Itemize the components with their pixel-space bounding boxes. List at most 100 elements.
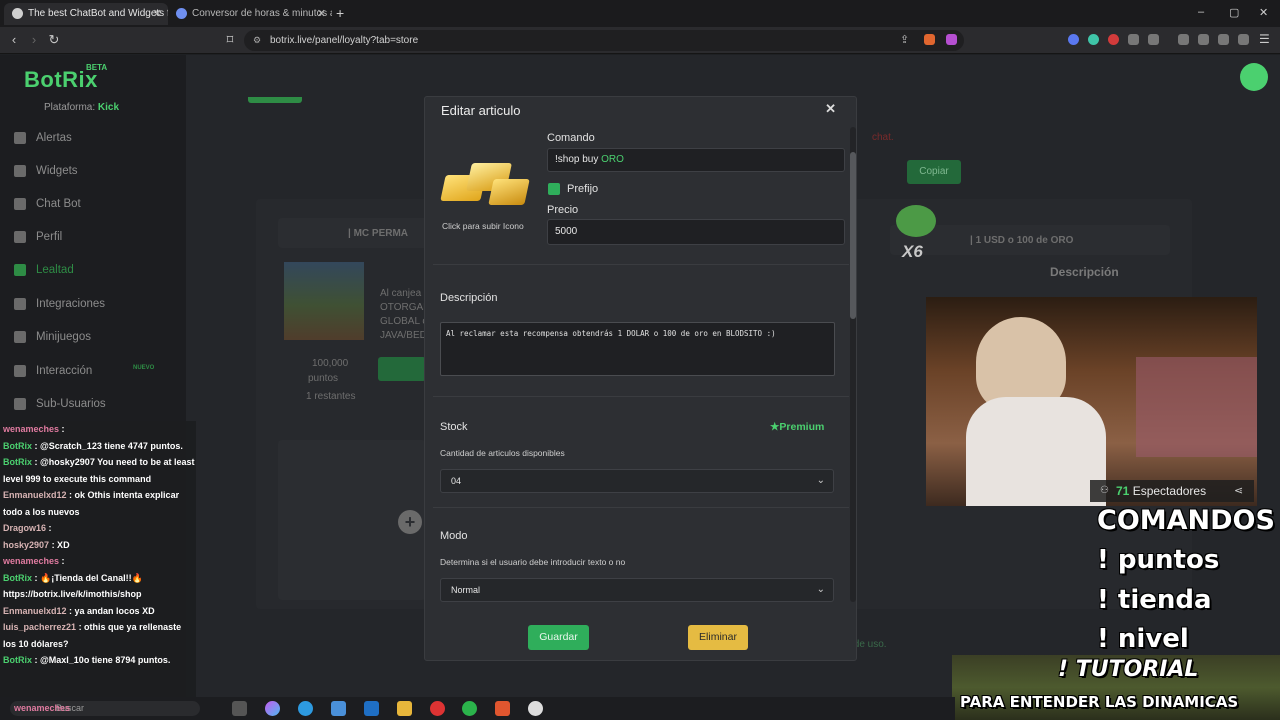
command-suffix: ORO	[601, 154, 624, 165]
command-puntos: ! puntos	[1097, 545, 1220, 575]
prefix-checkbox[interactable]	[548, 183, 560, 195]
taskbar-search[interactable]: wenameches Buscar	[10, 701, 200, 716]
sidebar-item-chatbot[interactable]: Chat Bot	[14, 194, 81, 214]
forward-icon[interactable]: ›	[26, 32, 42, 48]
chevron-down-icon: ⌄	[816, 475, 825, 486]
item-redeem-button[interactable]	[378, 357, 426, 381]
sidebar-toggle-icon[interactable]	[1178, 34, 1189, 45]
users-icon: ⚇	[1100, 485, 1109, 496]
edit-item-modal: Editar articulo ✕ Click para subir Icono…	[424, 96, 857, 661]
close-tab-icon[interactable]: ✕	[317, 3, 326, 25]
sidebar-item-integraciones[interactable]: Integraciones	[14, 294, 105, 314]
add-item-card[interactable]: +	[278, 440, 426, 600]
tab-title: The best ChatBot and Widgets fo	[28, 8, 168, 19]
stock-select[interactable]: 04 ⌄	[440, 469, 834, 493]
close-tab-icon[interactable]: ✕	[153, 3, 162, 25]
sidebar-item-sub-usuarios[interactable]: Sub-Usuarios	[14, 394, 106, 414]
command-input[interactable]: !shop buy ORO	[547, 148, 845, 172]
star-icon: ★	[770, 421, 780, 433]
store-icon[interactable]	[331, 701, 346, 716]
platform-label: Plataforma: Kick	[44, 102, 120, 113]
wallet-icon[interactable]	[1198, 34, 1209, 45]
puzzle-icon[interactable]	[1128, 34, 1139, 45]
trophy-icon	[14, 264, 26, 276]
sidebar-item-interaccion[interactable]: Interacción	[14, 361, 92, 381]
leo-icon[interactable]	[1218, 34, 1229, 45]
bookmark-icon[interactable]: ⌑	[222, 32, 238, 48]
upload-icon-label: Click para subir Icono	[442, 221, 524, 231]
delete-button[interactable]: Eliminar	[688, 625, 748, 650]
copy-button[interactable]: Copiar	[907, 160, 961, 184]
share-icon: ⋖	[1234, 485, 1244, 497]
background-bed	[1136, 357, 1257, 457]
reload-icon[interactable]: ↻	[46, 32, 62, 48]
minimize-button[interactable]: –	[1198, 6, 1204, 18]
sidebar-item-lealtad[interactable]: Lealtad	[14, 260, 74, 280]
item-icon-upload[interactable]	[439, 153, 535, 215]
mode-help: Determina si el usuario debe introducir …	[440, 557, 626, 567]
chat-message: wenameches	[14, 703, 71, 713]
item-card-title: | MC PERMA	[348, 228, 409, 239]
description-textarea[interactable]: Al reclamar esta recompensa obtendrás 1 …	[440, 322, 835, 376]
browser-tab-active[interactable]: The best ChatBot and Widgets fo ✕	[4, 3, 168, 25]
chat-message: wenameches :	[3, 556, 65, 566]
commands-title: COMANDOS	[1097, 505, 1275, 536]
divider	[433, 264, 849, 265]
chat-message: BotRix : @Scratch_123 tiene 4747 puntos.	[3, 440, 183, 451]
app-icon[interactable]	[528, 701, 543, 716]
item-card-points: 100,000	[312, 358, 349, 369]
stock-label: Stock	[440, 421, 468, 433]
new-tab-button[interactable]: +	[336, 5, 344, 21]
mode-select[interactable]: Normal ⌄	[440, 578, 834, 602]
close-window-button[interactable]: ✕	[1259, 6, 1268, 19]
extension-icon[interactable]	[1068, 34, 1079, 45]
nuevo-badge: NUEVO	[133, 365, 155, 371]
beta-badge: BETA	[86, 63, 108, 72]
sidebar-item-minijuegos[interactable]: Minijuegos	[14, 327, 91, 347]
close-icon[interactable]: ✕	[825, 101, 836, 117]
menu-icon[interactable]: ☰	[1259, 32, 1270, 46]
modal-title: Editar articulo	[441, 103, 521, 118]
url-bar[interactable]: ⚙ botrix.live/panel/loyalty?tab=store	[244, 30, 964, 51]
botrix-favicon-icon	[12, 8, 23, 19]
scrollbar-thumb[interactable]	[850, 152, 856, 319]
extension-icon[interactable]	[1108, 34, 1119, 45]
copilot-icon[interactable]	[265, 701, 280, 716]
music-icon	[14, 365, 26, 377]
price-label: Precio	[547, 204, 579, 216]
brave-rewards-icon[interactable]	[946, 34, 957, 45]
save-button[interactable]: Guardar	[528, 625, 589, 650]
sidebar-item-alertas[interactable]: Alertas	[14, 128, 72, 148]
extension-icon[interactable]	[1088, 34, 1099, 45]
add-icon[interactable]: +	[398, 510, 422, 534]
share-icon[interactable]: ⇪	[900, 33, 909, 46]
extension-icon[interactable]	[1148, 34, 1159, 45]
obs-icon[interactable]	[430, 701, 445, 716]
tutorial-banner: ! TUTORIAL PARA ENTENDER LAS DINAMICAS	[952, 655, 1280, 720]
chevron-down-icon: ⌄	[816, 584, 825, 595]
folder-icon[interactable]	[397, 701, 412, 716]
task-view-icon[interactable]	[232, 701, 247, 716]
prefix-label: Prefijo	[567, 183, 599, 195]
mode-label: Modo	[440, 530, 468, 542]
back-icon[interactable]: ‹	[6, 32, 22, 48]
maximize-button[interactable]: ▢	[1229, 6, 1239, 19]
brave-icon[interactable]	[495, 701, 510, 716]
command-tienda: ! tienda	[1097, 585, 1212, 615]
chat-message: BotRix : @hosky2907 You need to be at le…	[3, 457, 195, 484]
edge-icon[interactable]	[298, 701, 313, 716]
sidebar-item-widgets[interactable]: Widgets	[14, 161, 78, 181]
browser-tab[interactable]: Conversor de horas & minutos a dec ✕	[168, 3, 332, 25]
brave-shield-icon[interactable]	[924, 34, 935, 45]
sidebar-item-perfil[interactable]: Perfil	[14, 227, 62, 247]
modal-scrollbar[interactable]	[850, 127, 856, 602]
chat-message: luis_pacherrez21 : othis que ya rellenas…	[3, 622, 182, 649]
site-info-icon[interactable]: ⚙	[253, 30, 261, 51]
outlook-icon[interactable]	[364, 701, 379, 716]
whatsapp-icon[interactable]	[462, 701, 477, 716]
user-avatar[interactable]	[1240, 63, 1268, 91]
vpn-icon[interactable]	[1238, 34, 1249, 45]
chat-message: hosky2907 : XD	[3, 539, 70, 550]
price-input[interactable]: 5000	[547, 219, 845, 245]
divider	[433, 507, 849, 508]
